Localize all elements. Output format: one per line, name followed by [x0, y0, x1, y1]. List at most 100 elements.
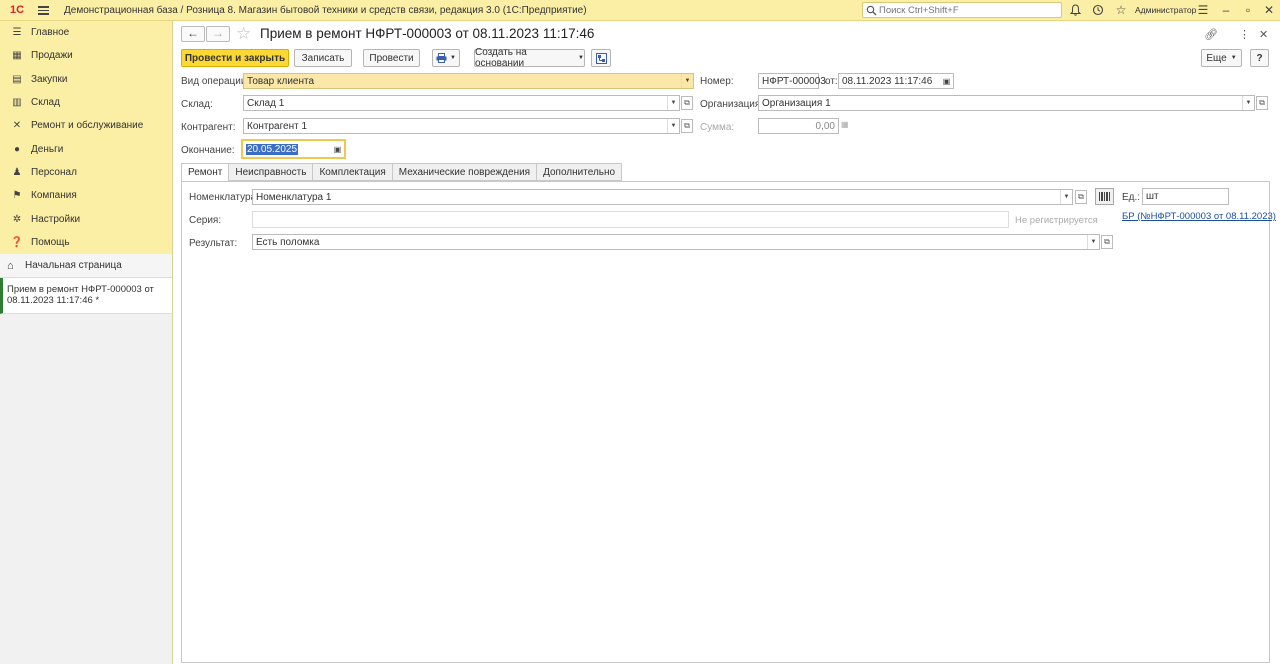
counterparty-select[interactable]: Контрагент 1 ▼ [243, 118, 680, 134]
document-form: ← → ☆ Прием в ремонт НФРТ-000003 от 08.1… [173, 21, 1280, 664]
user-name[interactable]: Администратор [1135, 5, 1196, 15]
nomenclature-label: Номенклатура: [189, 192, 259, 203]
close-icon[interactable]: ✕ [1262, 3, 1276, 17]
create-based-on-button[interactable]: Создать на основании ▼ [474, 47, 585, 69]
sidebar-item-sales[interactable]: ▦ Продажи [0, 44, 172, 67]
gear-icon: ✲ [12, 213, 22, 225]
sidebar-item-purchases[interactable]: ▤ Закупки [0, 68, 172, 91]
nomenclature-select[interactable]: Номенклатура 1 ▼ [252, 189, 1073, 205]
sidebar-item-company[interactable]: ⚑ Компания [0, 184, 172, 207]
basket-icon: ▤ [12, 73, 22, 85]
help-button[interactable]: ? [1250, 49, 1269, 67]
open-result-icon[interactable]: ⧉ [1101, 235, 1113, 249]
global-search[interactable] [862, 2, 1062, 18]
open-document-tab[interactable]: Прием в ремонт НФРТ-000003 от 08.11.2023… [0, 278, 172, 314]
favorites-icon[interactable]: ☆ [1114, 3, 1128, 17]
close-form-icon[interactable]: ✕ [1259, 28, 1268, 41]
number-field[interactable]: НФРТ-000003 [758, 73, 826, 89]
settings-menu-icon[interactable]: ☰ [1196, 3, 1210, 17]
home-page-link[interactable]: ⌂ Начальная страница [0, 254, 172, 278]
print-button[interactable]: ▼ [432, 49, 460, 67]
not-registered-text: Не регистрируется [1015, 215, 1098, 226]
tab-mechanical-damage[interactable]: Механические повреждения [391, 163, 538, 181]
date-field[interactable]: 08.11.2023 11:17:46 ▣ [838, 73, 954, 89]
form-tabs: Ремонт Неисправность Комплектация Механи… [181, 163, 623, 182]
money-icon: ● [13, 143, 21, 155]
unit-field[interactable]: шт [1142, 188, 1229, 205]
series-label: Серия: [189, 215, 222, 226]
repair-tab-panel: Номенклатура: Номенклатура 1 ▼ ⧉ Ед.: шт… [181, 181, 1276, 663]
sidebar-item-staff[interactable]: ♟ Персонал [0, 161, 172, 184]
barcode-icon [1098, 192, 1110, 201]
chevron-down-icon: ▼ [1230, 55, 1237, 61]
open-nomenclature-icon[interactable]: ⧉ [1075, 190, 1087, 204]
favorite-star-icon[interactable]: ☆ [236, 24, 251, 44]
chevron-down-icon: ▼ [578, 55, 584, 61]
structure-button[interactable] [591, 49, 611, 67]
warehouse-select[interactable]: Склад 1 ▼ [243, 95, 680, 111]
chevron-down-icon[interactable]: ▼ [667, 119, 679, 133]
organization-select[interactable]: Организация 1 ▼ [758, 95, 1255, 111]
chevron-down-icon[interactable]: ▼ [681, 74, 693, 88]
people-icon: ♟ [12, 166, 22, 178]
title-bar: 1С Демонстрационная база / Розница 8. Ма… [0, 0, 1280, 21]
history-icon[interactable] [1091, 3, 1105, 17]
sidebar-item-settings[interactable]: ✲ Настройки [0, 207, 172, 230]
calendar-icon[interactable]: ▣ [331, 142, 344, 156]
chevron-down-icon[interactable]: ▼ [667, 96, 679, 110]
end-date-label: Окончание: [181, 145, 235, 156]
result-label: Результат: [189, 238, 238, 249]
link-icon[interactable]: 🔗︎ [1204, 28, 1218, 41]
restore-icon[interactable]: ▫ [1241, 3, 1255, 17]
back-button[interactable]: ← [181, 26, 205, 42]
open-warehouse-icon[interactable]: ⧉ [681, 96, 693, 110]
warehouse-icon: ▥ [12, 97, 22, 109]
home-icon: ⌂ [7, 259, 14, 272]
organization-label: Организация: [700, 99, 764, 110]
save-button[interactable]: Записать [294, 49, 352, 67]
window-title: Демонстрационная база / Розница 8. Магаз… [64, 4, 587, 16]
tab-repair[interactable]: Ремонт [181, 163, 230, 182]
warehouse-label: Склад: [181, 99, 213, 110]
date-from-label: от: [825, 76, 838, 87]
logo: 1С [10, 4, 25, 16]
sum-field: 0,00 [758, 118, 839, 134]
more-vert-icon[interactable]: ⋮ [1239, 28, 1250, 41]
search-input[interactable] [879, 4, 1059, 16]
structure-icon [595, 52, 607, 64]
repair-document-link[interactable]: БР (№НФРТ-000003 от 08.11.2023) [1122, 211, 1276, 222]
sidebar-item-help[interactable]: ❓ Помощь [0, 231, 172, 254]
op-type-label: Вид операции: [181, 76, 250, 87]
sidebar-item-warehouse[interactable]: ▥ Склад [0, 91, 172, 114]
chevron-down-icon[interactable]: ▼ [1060, 190, 1072, 204]
sidebar-item-money[interactable]: ● Деньги [0, 137, 172, 160]
tab-additional[interactable]: Дополнительно [536, 163, 623, 181]
series-field[interactable] [252, 211, 1009, 228]
tab-kit[interactable]: Комплектация [312, 163, 393, 181]
chevron-down-icon[interactable]: ▼ [1087, 235, 1099, 249]
open-counterparty-icon[interactable]: ⧉ [681, 119, 693, 133]
sidebar-item-repair[interactable]: ✕ Ремонт и обслуживание [0, 114, 172, 137]
sidebar-item-main[interactable]: ☰ Главное [0, 21, 172, 44]
calculator-icon: ▦ [841, 120, 849, 129]
op-type-select[interactable]: Товар клиента ▼ [243, 73, 694, 89]
cart-icon: ▦ [12, 50, 22, 62]
chevron-down-icon: ▼ [450, 55, 456, 61]
page-title: Прием в ремонт НФРТ-000003 от 08.11.2023… [260, 26, 595, 41]
minimize-icon[interactable]: – [1219, 3, 1233, 17]
bell-icon[interactable] [1068, 3, 1082, 17]
tools-icon: ✕ [12, 120, 22, 132]
number-label: Номер: [700, 76, 734, 87]
barcode-button[interactable] [1095, 188, 1114, 205]
main-menu-icon[interactable] [38, 5, 50, 15]
calendar-icon[interactable]: ▣ [940, 74, 953, 88]
open-organization-icon[interactable]: ⧉ [1256, 96, 1268, 110]
more-button[interactable]: Еще ▼ [1201, 49, 1242, 67]
result-select[interactable]: Есть поломка ▼ [252, 234, 1100, 250]
chevron-down-icon[interactable]: ▼ [1242, 96, 1254, 110]
forward-button[interactable]: → [206, 26, 230, 42]
tab-malfunction[interactable]: Неисправность [228, 163, 314, 181]
post-button[interactable]: Провести [363, 49, 420, 67]
end-date-field[interactable]: 20.05.2025 ▣ [241, 139, 346, 159]
post-and-close-button[interactable]: Провести и закрыть [181, 49, 289, 67]
